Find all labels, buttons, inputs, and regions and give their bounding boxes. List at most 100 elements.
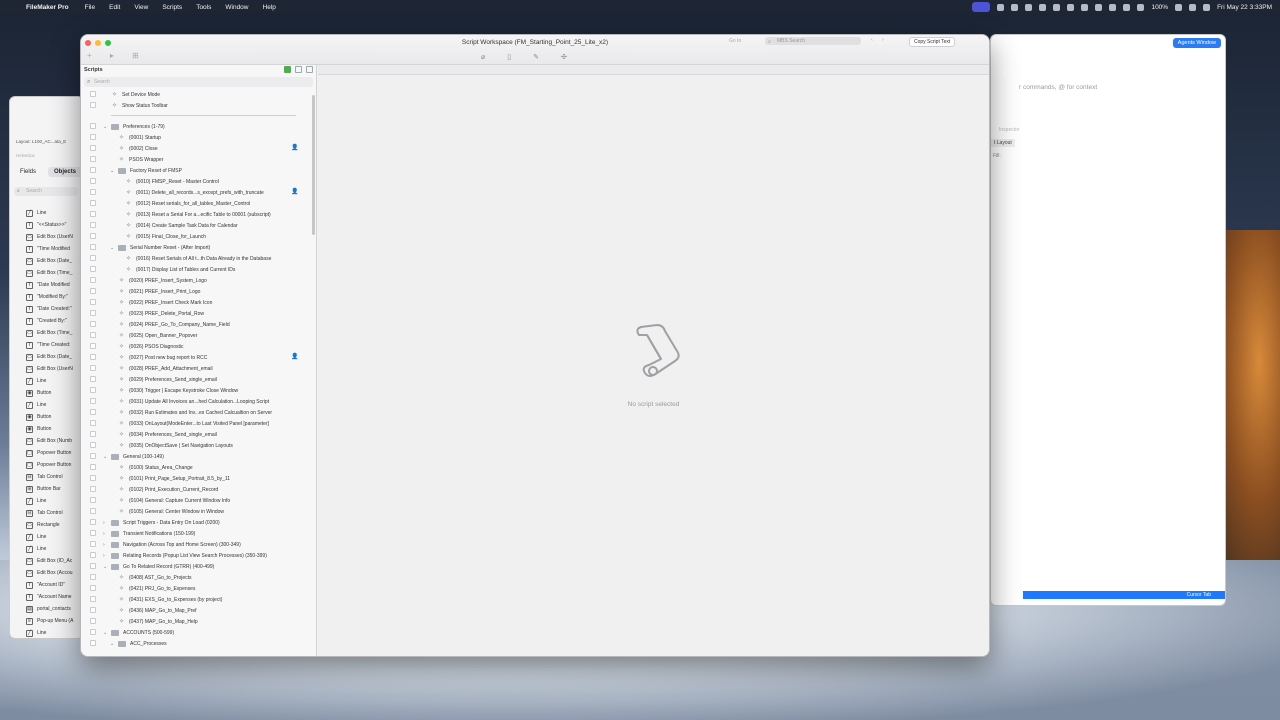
include-in-menu-checkbox[interactable] bbox=[90, 464, 96, 470]
include-in-menu-checkbox[interactable] bbox=[90, 618, 96, 624]
include-in-menu-checkbox[interactable] bbox=[90, 211, 96, 217]
status-icon-1[interactable] bbox=[997, 3, 1005, 11]
script-row[interactable]: ✧ (0105) General: Center Window in Window bbox=[81, 506, 316, 517]
script-row[interactable]: ✧ (0023) PREF_Delete_Portal_Row bbox=[81, 308, 316, 319]
script-folder-row[interactable]: › Script Triggers - Data Entry On Load (0… bbox=[81, 517, 316, 528]
include-in-menu-checkbox[interactable] bbox=[90, 552, 96, 558]
agent-prompt-input[interactable]: r commands, @ for context bbox=[1019, 84, 1097, 91]
include-in-menu-checkbox[interactable] bbox=[90, 596, 96, 602]
layout-object-row[interactable]: ╱ Line bbox=[10, 207, 83, 219]
menu-edit[interactable]: Edit bbox=[109, 4, 120, 11]
include-in-menu-checkbox[interactable] bbox=[90, 398, 96, 404]
layout-selector[interactable]: Layout: L100_AC...ata_E bbox=[16, 139, 66, 144]
status-icon-8[interactable] bbox=[1095, 3, 1103, 11]
edit-icon[interactable]: ✎ bbox=[533, 53, 539, 61]
script-row[interactable]: ✧ (0002) Close 👤 bbox=[81, 143, 316, 154]
layout-object-row[interactable]: T "Account Name bbox=[10, 591, 83, 603]
include-in-menu-checkbox[interactable] bbox=[90, 167, 96, 173]
layout-object-row[interactable]: ≡ Pop-up Menu (A bbox=[10, 615, 83, 627]
menu-scripts[interactable]: Scripts bbox=[162, 4, 182, 11]
layout-object-row[interactable]: T "Date Created:" bbox=[10, 303, 83, 315]
script-folder-row[interactable]: › Transient Notifications (150-199) bbox=[81, 528, 316, 539]
layout-object-row[interactable]: ╱ Line bbox=[10, 531, 83, 543]
tab-fields[interactable]: Fields bbox=[14, 167, 42, 177]
scripts-search-input[interactable]: ⌕ Search bbox=[84, 77, 313, 87]
script-row[interactable]: ✧ Show Status Toolbar bbox=[81, 100, 316, 111]
layout-object-row[interactable]: ▢ Popover Button bbox=[10, 447, 83, 459]
script-row[interactable]: ✧ (0011) Delete_all_records...s_except_pr… bbox=[81, 187, 316, 198]
script-row[interactable]: ✧ (0015) Final_Close_for_Launch bbox=[81, 231, 316, 242]
script-row[interactable]: ✧ (0034) Preferences_Send_single_email bbox=[81, 429, 316, 440]
layout-object-row[interactable]: ▭ Edit Box (Time_ bbox=[10, 267, 83, 279]
layout-object-row[interactable]: ▭ Rectangle bbox=[10, 519, 83, 531]
script-row[interactable]: ✧ (0016) Reset Serials of All t...th Data… bbox=[81, 253, 316, 264]
include-in-menu-checkbox[interactable] bbox=[90, 453, 96, 459]
layout-object-row[interactable]: ▭ Edit Box (ID_Ac bbox=[10, 555, 83, 567]
script-row[interactable]: ✧ (0017) Display List of Tables and Curre… bbox=[81, 264, 316, 275]
script-row[interactable]: ✧ (0437) MAP_Go_to_Map_Help bbox=[81, 616, 316, 627]
include-in-menu-checkbox[interactable] bbox=[90, 123, 96, 129]
script-row[interactable]: ✧ (0100) Status_Area_Change bbox=[81, 462, 316, 473]
include-in-menu-checkbox[interactable] bbox=[90, 475, 96, 481]
menu-icon[interactable] bbox=[306, 66, 313, 73]
goto-field[interactable]: Go to bbox=[729, 38, 741, 44]
script-row[interactable]: ✧ PSOS Wrapper bbox=[81, 154, 316, 165]
layout-object-row[interactable]: ▤ portal_contacts bbox=[10, 603, 83, 615]
script-row[interactable]: ✧ (0030) Trigger | Escape Keystroke Close… bbox=[81, 385, 316, 396]
menu-app-name[interactable]: FileMaker Pro bbox=[26, 4, 69, 11]
layout-object-row[interactable]: ⊞ Button Bar bbox=[10, 483, 83, 495]
include-in-menu-checkbox[interactable] bbox=[90, 365, 96, 371]
script-row[interactable]: ✧ (0026) PSOS Diagnostic bbox=[81, 341, 316, 352]
script-row[interactable]: ✧ (0102) Print_Execution_Current_Record bbox=[81, 484, 316, 495]
include-in-menu-checkbox[interactable] bbox=[90, 145, 96, 151]
include-in-menu-checkbox[interactable] bbox=[90, 332, 96, 338]
layout-object-row[interactable]: ◉ Button bbox=[10, 387, 83, 399]
menu-help[interactable]: Help bbox=[263, 4, 276, 11]
include-in-menu-checkbox[interactable] bbox=[90, 299, 96, 305]
script-row[interactable]: ✧ (0032) Run Estimates and Inv...es Cache… bbox=[81, 407, 316, 418]
include-in-menu-checkbox[interactable] bbox=[90, 376, 96, 382]
include-in-menu-checkbox[interactable] bbox=[90, 497, 96, 503]
debug-icon[interactable]: ✣ bbox=[561, 53, 567, 61]
include-in-menu-checkbox[interactable] bbox=[90, 574, 96, 580]
chevron-right-icon[interactable]: › bbox=[103, 553, 105, 559]
include-in-menu-checkbox[interactable] bbox=[90, 255, 96, 261]
layout-object-row[interactable]: ⊟ Tab Control bbox=[10, 507, 83, 519]
layout-object-row[interactable]: ▭ Edit Box (UserN bbox=[10, 231, 83, 243]
menu-file[interactable]: File bbox=[85, 4, 95, 11]
include-in-menu-checkbox[interactable] bbox=[90, 310, 96, 316]
include-in-menu-checkbox[interactable] bbox=[90, 244, 96, 250]
status-icon-10[interactable] bbox=[1123, 3, 1131, 11]
tab-objects[interactable]: Objects bbox=[48, 167, 83, 177]
include-in-menu-checkbox[interactable] bbox=[90, 189, 96, 195]
folder-view-icon[interactable] bbox=[295, 66, 302, 73]
layout-object-row[interactable]: ╱ Line bbox=[10, 375, 83, 387]
layout-button[interactable]: t Layout bbox=[991, 139, 1015, 147]
include-in-menu-checkbox[interactable] bbox=[90, 233, 96, 239]
include-in-menu-checkbox[interactable] bbox=[90, 563, 96, 569]
layout-object-row[interactable]: ╱ Line bbox=[10, 495, 83, 507]
script-folder-row[interactable]: › Navigation (Across Top and Home Screen)… bbox=[81, 539, 316, 550]
include-in-menu-checkbox[interactable] bbox=[90, 266, 96, 272]
script-row[interactable]: ✧ (0436) MAP_Go_to_Map_Pref bbox=[81, 605, 316, 616]
layout-object-row[interactable]: T "Time Modified bbox=[10, 243, 83, 255]
include-in-menu-checkbox[interactable] bbox=[90, 321, 96, 327]
wifi-icon[interactable] bbox=[1137, 3, 1145, 11]
chevron-down-icon[interactable]: ⌄ bbox=[103, 124, 107, 130]
layout-object-row[interactable]: T "<<Status>>" bbox=[10, 219, 83, 231]
include-in-menu-checkbox[interactable] bbox=[90, 442, 96, 448]
include-in-menu-checkbox[interactable] bbox=[90, 277, 96, 283]
include-in-menu-checkbox[interactable] bbox=[90, 431, 96, 437]
layout-object-row[interactable]: T "Time Created: bbox=[10, 339, 83, 351]
script-row[interactable]: ✧ (0104) General: Capture Current Window … bbox=[81, 495, 316, 506]
script-folder-row[interactable]: ⌄ Preferences (1-79) bbox=[81, 121, 316, 132]
battery-percent[interactable]: 100% bbox=[1151, 4, 1168, 11]
chevron-down-icon[interactable]: ⌄ bbox=[110, 168, 114, 174]
copy-script-text-button[interactable]: Copy Script Text bbox=[909, 37, 956, 47]
nav-arrows[interactable]: ‹ › bbox=[871, 37, 888, 43]
layout-object-row[interactable]: ▭ Edit Box (Date_ bbox=[10, 255, 83, 267]
script-folder-row[interactable]: ⌄ ACC_Processes bbox=[81, 638, 316, 649]
script-row[interactable]: ✧ (0001) Startup bbox=[81, 132, 316, 143]
include-in-menu-checkbox[interactable] bbox=[90, 288, 96, 294]
script-row[interactable]: ✧ (0014) Create Sample Task Data for Cale… bbox=[81, 220, 316, 231]
